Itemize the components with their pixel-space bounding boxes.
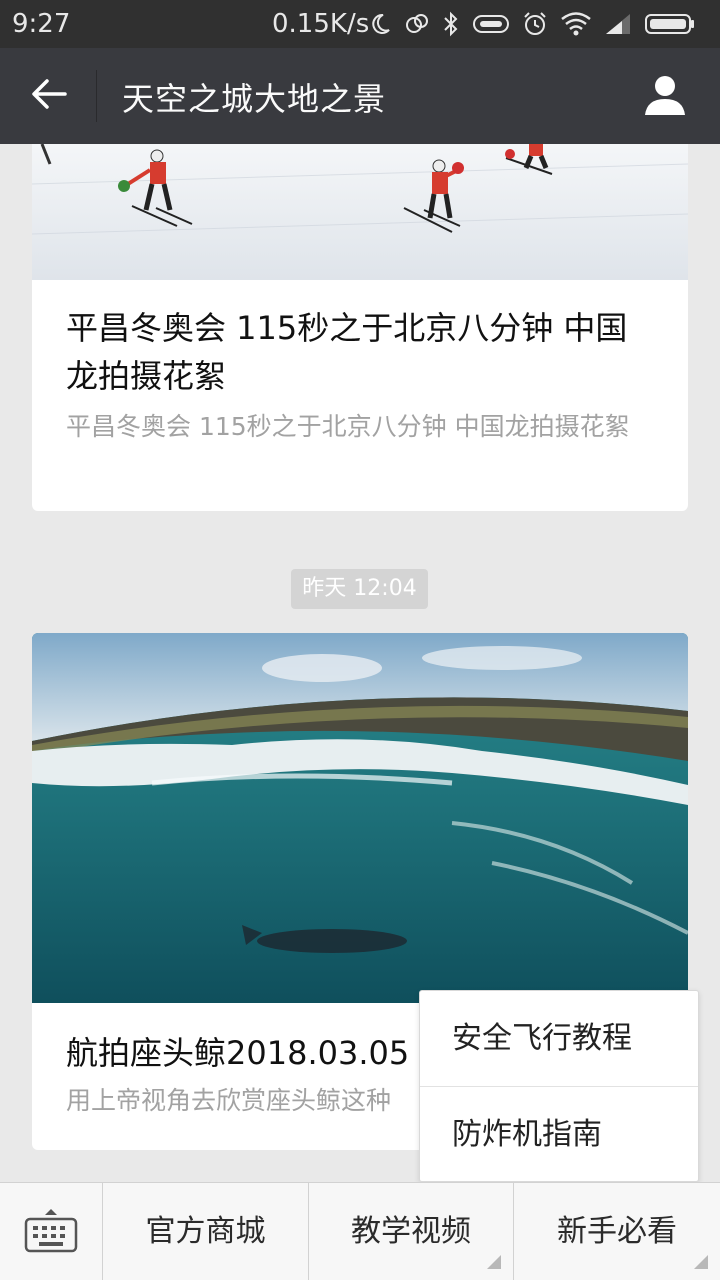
submenu-popup: 安全飞行教程 防炸机指南 (419, 990, 699, 1182)
back-arrow-icon (31, 78, 67, 114)
article-card[interactable]: 平昌冬奥会 115秒之于北京八分钟 中国龙拍摄花絮 平昌冬奥会 115秒之于北京… (32, 144, 688, 511)
back-button[interactable] (26, 74, 72, 118)
title-divider (96, 70, 97, 122)
status-bar: 9:27 0.15K/s (0, 0, 720, 48)
status-time: 9:27 (12, 9, 71, 39)
article-description: 平昌冬奥会 115秒之于北京八分钟 中国龙拍摄花絮 (66, 412, 630, 441)
user-profile-icon (643, 73, 687, 121)
title-bar: 天空之城大地之景 (0, 48, 720, 144)
network-speed: 0.15K/s (272, 9, 370, 39)
menu-official-store[interactable]: 官方商城 (103, 1183, 308, 1280)
bottom-menu-bar: 官方商城 教学视频 新手必看 (0, 1182, 720, 1280)
submenu-item-crash-prevention-guide[interactable]: 防炸机指南 (420, 1087, 698, 1183)
alarm-icon (522, 9, 548, 39)
signal-icon (604, 9, 632, 39)
keyboard-toggle-button[interactable] (0, 1183, 102, 1280)
status-icons (368, 8, 696, 40)
keyboard-icon (23, 1207, 79, 1257)
profile-button[interactable] (640, 72, 690, 122)
page-title: 天空之城大地之景 (122, 80, 387, 118)
menu-label: 官方商城 (145, 1214, 266, 1249)
menu-label: 新手必看 (557, 1214, 677, 1249)
menu-tutorial-videos[interactable]: 教学视频 (309, 1183, 513, 1280)
menu-label: 教学视频 (351, 1214, 471, 1249)
submenu-indicator-icon (487, 1255, 501, 1269)
article-cover-image (32, 633, 688, 1003)
bluetooth-icon (442, 9, 460, 39)
sync-icon (404, 9, 430, 39)
submenu-item-safety-tutorial[interactable]: 安全飞行教程 (420, 991, 698, 1087)
submenu-indicator-icon (694, 1255, 708, 1269)
headset-icon (472, 9, 510, 39)
moon-icon (368, 9, 392, 39)
message-timestamp: 昨天 12:04 (291, 569, 428, 609)
wifi-icon (560, 9, 592, 39)
article-title[interactable]: 平昌冬奥会 115秒之于北京八分钟 中国龙拍摄花絮 (66, 304, 656, 400)
menu-beginner-guide[interactable]: 新手必看 (514, 1183, 720, 1280)
battery-icon (644, 9, 696, 39)
article-cover-image (32, 144, 688, 280)
